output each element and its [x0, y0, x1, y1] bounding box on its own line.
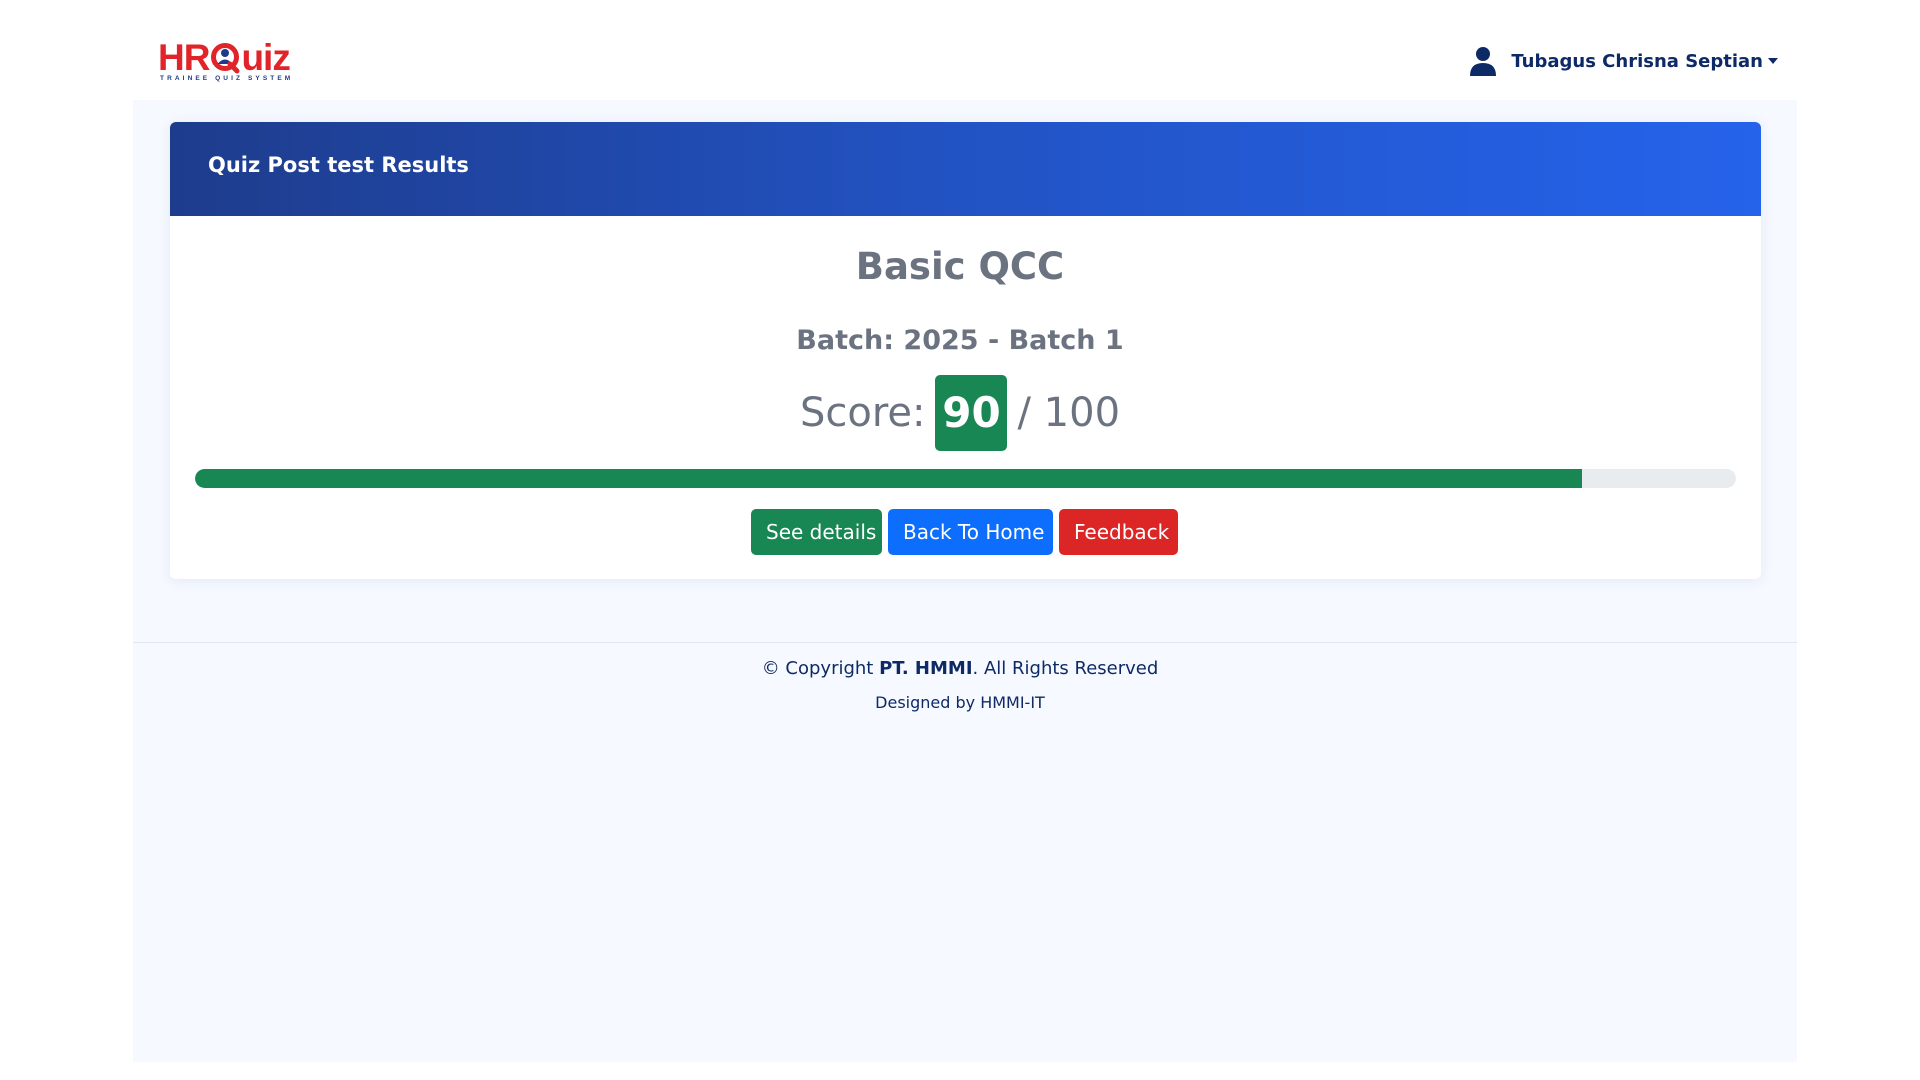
see-details-button[interactable]: See details [751, 509, 882, 555]
score-total: / 100 [1017, 390, 1121, 436]
logo-text-uiz: uiz [241, 37, 290, 78]
logo-q-icon [210, 42, 240, 74]
footer-divider [133, 642, 1797, 643]
logo-text-hr: HR [158, 37, 210, 78]
user-name: Tubagus Chrisna Septian [1511, 50, 1763, 72]
company-name: PT. HMMI [879, 658, 973, 679]
copyright-suffix: . All Rights Reserved [972, 658, 1159, 679]
top-header: HR uiz TRAINEE QUIZ SYSTEM Tubagus Chris… [0, 0, 1920, 100]
card-header: Quiz Post test Results [170, 122, 1761, 216]
progress-fill [195, 469, 1582, 488]
footer-designed-by: Designed by HMMI-IT [875, 693, 1045, 712]
score-label: Score: [799, 390, 926, 436]
caret-down-icon [1768, 58, 1778, 64]
batch-label: Batch: 2025 - Batch 1 [796, 325, 1124, 356]
action-buttons: See details Back To Home Feedback [0, 509, 1920, 555]
copyright-prefix: © Copyright [761, 658, 880, 679]
quiz-name: Basic QCC [855, 245, 1065, 288]
score-badge: 90 [935, 375, 1008, 451]
hrquiz-logo[interactable]: HR uiz TRAINEE QUIZ SYSTEM [158, 37, 294, 84]
logo-wordmark: HR uiz [158, 37, 291, 78]
user-dropdown[interactable]: Tubagus Chrisna Septian [1469, 44, 1778, 78]
score-progress-bar [195, 469, 1736, 488]
feedback-button[interactable]: Feedback [1059, 509, 1178, 555]
card-title: Quiz Post test Results [208, 153, 469, 177]
logo-tagline: TRAINEE QUIZ SYSTEM [160, 75, 294, 82]
person-icon [1470, 47, 1497, 76]
footer-copyright: © Copyright PT. HMMI. All Rights Reserve… [0, 658, 1920, 679]
score-row: Score: 90 / 100 [0, 375, 1920, 451]
back-to-home-button[interactable]: Back To Home [888, 509, 1053, 555]
